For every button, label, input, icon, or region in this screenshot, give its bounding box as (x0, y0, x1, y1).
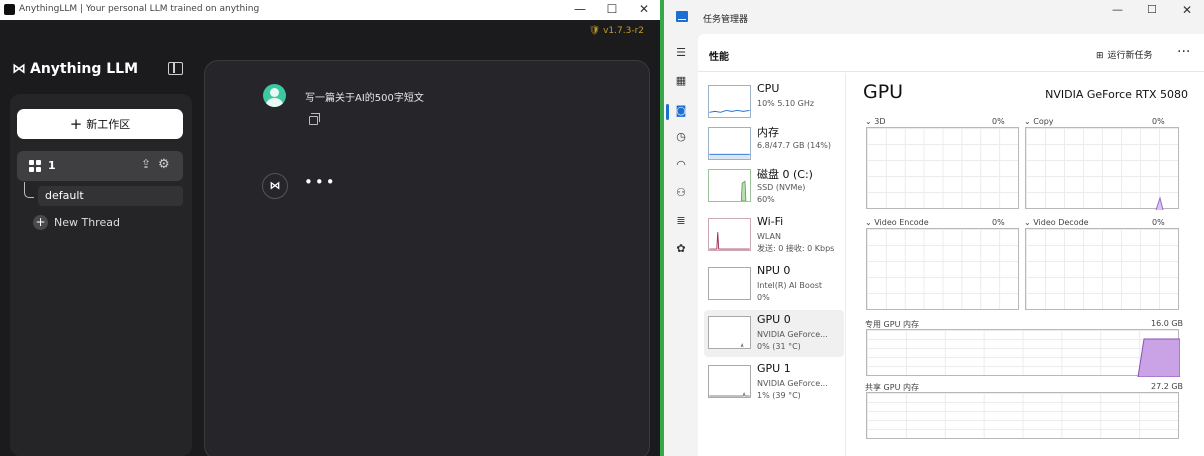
close-button[interactable]: ✕ (629, 1, 659, 17)
user-message: 写一篇关于AI的500字短文 (305, 93, 424, 104)
workspace-panel: + 新工作区 1 ⇪ ⚙ default + New Thread (10, 94, 192, 456)
user-avatar (263, 84, 286, 107)
performance-icon[interactable]: ◙ (674, 104, 688, 118)
performance-content: 性能 ⊞ 运行新任务 ··· CPU 10% 5.10 GHz 内存 6.8/47… (698, 34, 1204, 456)
anythingllm-window: AnythingLLM | Your personal LLM trained … (0, 0, 660, 456)
thread-item-default[interactable]: default (38, 186, 183, 206)
minimize-button[interactable]: — (565, 1, 595, 17)
cpu-sparkline (708, 85, 751, 118)
graph-shared-memory (866, 392, 1179, 439)
engine-encode-label[interactable]: ⌄ Video Encode (865, 218, 929, 227)
upload-icon[interactable]: ⇪ (141, 157, 151, 171)
gear-icon[interactable]: ⚙ (158, 157, 170, 172)
more-icon[interactable]: ··· (1177, 44, 1190, 60)
wifi-sparkline (708, 218, 751, 251)
device-gpu0[interactable]: GPU 0 NVIDIA GeForce... 0% (31 °C) (704, 310, 844, 357)
sidebar: ⋈ Anything LLM + 新工作区 1 ⇪ ⚙ default + New T… (0, 44, 200, 456)
page-title: 性能 (709, 52, 729, 63)
copy-icon[interactable] (309, 113, 320, 125)
anythingllm-titlebar: AnythingLLM | Your personal LLM trained … (0, 0, 660, 20)
new-thread-button[interactable]: + New Thread (33, 215, 120, 230)
gpu1-sparkline (708, 365, 751, 398)
engine-decode-label[interactable]: ⌄ Video Decode (1024, 218, 1089, 227)
anythingllm-logo-icon: ⋈ (12, 61, 26, 77)
hamburger-icon[interactable]: ☰ (674, 46, 688, 60)
device-gpu1[interactable]: GPU 1 NVIDIA GeForce... 1% (39 °C) (704, 359, 844, 406)
details-icon[interactable]: ≣ (674, 214, 688, 228)
task-manager-window: 任务管理器 — ☐ ✕ ☰ ▦ ◙ ◷ ◠ ⚇ ≣ ✿ 性能 ⊞ 运行新任务 ··… (664, 0, 1204, 456)
graph-3d (866, 127, 1019, 209)
gpu-detail: GPU NVIDIA GeForce RTX 5080 ⌄ 3D 0% ⌄ Co… (846, 73, 1204, 456)
services-icon[interactable]: ✿ (674, 242, 688, 256)
logo: ⋈ Anything LLM (12, 61, 139, 77)
workspace-name: 1 (48, 159, 56, 172)
engine-3d-label[interactable]: ⌄ 3D (865, 117, 886, 126)
nav-rail: ☰ ▦ ◙ ◷ ◠ ⚇ ≣ ✿ (664, 34, 698, 456)
typing-indicator: ••• (304, 173, 337, 191)
app-header: 🛡 v1.7.3-r2 (0, 20, 660, 44)
sidebar-toggle-icon[interactable] (168, 62, 183, 75)
close-button[interactable]: ✕ (1182, 3, 1192, 17)
app-history-icon[interactable]: ◷ (674, 130, 688, 144)
nav-selection-indicator (666, 104, 669, 120)
chat-panel: 写一篇关于AI的500字短文 ⋈ ••• (204, 60, 650, 456)
graph-video-decode (1025, 228, 1179, 310)
plus-icon: + (69, 115, 83, 133)
users-icon[interactable]: ⚇ (674, 186, 688, 200)
thread-branch-line (24, 182, 34, 198)
engine-decode-pct: 0% (1152, 218, 1165, 227)
device-cpu[interactable]: CPU 10% 5.10 GHz (704, 79, 844, 126)
shared-memory-max: 27.2 GB (1151, 382, 1184, 391)
engine-copy-label[interactable]: ⌄ Copy (1024, 117, 1054, 126)
npu-sparkline (708, 267, 751, 300)
new-workspace-button[interactable]: + 新工作区 (17, 109, 183, 139)
gpu-model: NVIDIA GeForce RTX 5080 (1045, 88, 1188, 101)
plus-circle-icon: + (33, 215, 48, 230)
minimize-button[interactable]: — (1112, 3, 1123, 16)
task-manager-title: 任务管理器 (703, 15, 749, 25)
copy-spike (1155, 196, 1164, 210)
engine-copy-pct: 0% (1152, 117, 1165, 126)
disk-sparkline (708, 169, 751, 202)
dedicated-memory-fill (1137, 338, 1180, 377)
task-manager-titlebar: 任务管理器 — ☐ ✕ (664, 0, 1204, 34)
task-manager-icon (676, 11, 688, 22)
device-memory[interactable]: 内存 6.8/47.7 GB (14%) (704, 121, 844, 168)
device-wifi[interactable]: Wi-Fi WLAN 发送: 0 接收: 0 Kbps (704, 212, 844, 259)
command-bar: 性能 ⊞ 运行新任务 ··· (698, 34, 1204, 72)
app-icon (4, 4, 15, 15)
gpu0-sparkline (708, 316, 751, 349)
window-title: AnythingLLM | Your personal LLM trained … (19, 4, 260, 14)
workspace-item[interactable]: 1 ⇪ ⚙ (17, 151, 183, 181)
maximize-button[interactable]: ☐ (597, 1, 627, 17)
memory-sparkline (708, 127, 751, 160)
version-badge: 🛡 v1.7.3-r2 (588, 26, 644, 36)
workspace-grid-icon (29, 160, 41, 172)
device-npu[interactable]: NPU 0 Intel(R) AI Boost 0% (704, 261, 844, 308)
gpu-heading: GPU (863, 81, 904, 103)
maximize-button[interactable]: ☐ (1147, 3, 1157, 16)
device-list: CPU 10% 5.10 GHz 内存 6.8/47.7 GB (14%) 磁盘… (698, 73, 846, 456)
processes-icon[interactable]: ▦ (674, 74, 688, 88)
dedicated-memory-max: 16.0 GB (1151, 319, 1184, 328)
graph-video-encode (866, 228, 1019, 310)
run-new-task-button[interactable]: ⊞ 运行新任务 (1096, 48, 1153, 61)
assistant-avatar: ⋈ (262, 173, 288, 199)
engine-encode-pct: 0% (992, 218, 1005, 227)
graph-copy (1025, 127, 1179, 210)
startup-apps-icon[interactable]: ◠ (674, 158, 688, 172)
engine-3d-pct: 0% (992, 117, 1005, 126)
run-task-icon: ⊞ (1096, 51, 1104, 61)
device-disk[interactable]: 磁盘 0 (C:) SSD (NVMe) 60% (704, 163, 844, 210)
graph-dedicated-memory (866, 329, 1180, 377)
